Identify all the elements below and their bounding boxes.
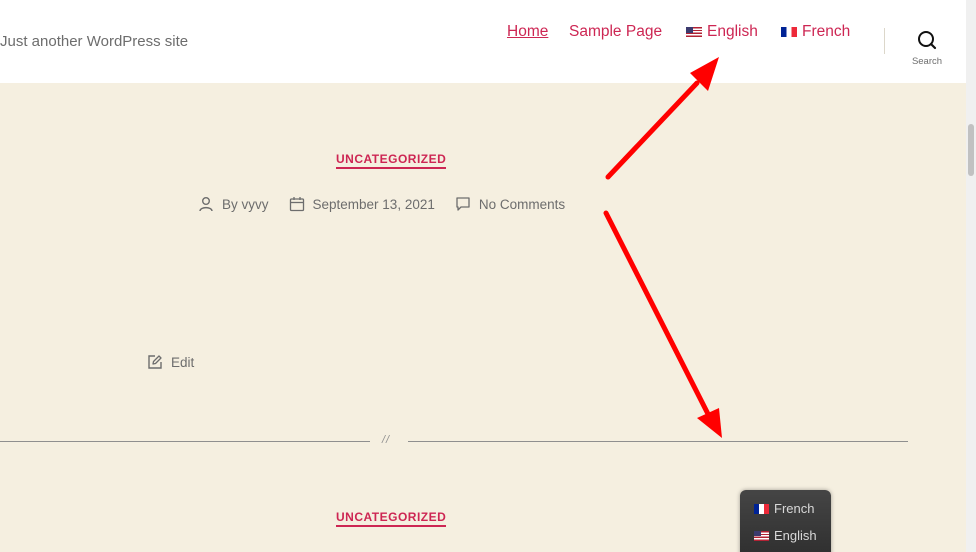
popup-lang-french[interactable]: French	[754, 501, 814, 516]
edit-icon	[148, 355, 162, 369]
post-category-link[interactable]: UNCATEGORIZED	[336, 510, 447, 527]
post-separator-left	[0, 441, 370, 442]
popup-lang-english-label: English	[774, 528, 817, 543]
search-toggle-button[interactable]: Search	[905, 30, 949, 72]
edit-label: Edit	[171, 354, 195, 370]
popup-lang-french-label: French	[774, 501, 815, 516]
nav-home[interactable]: Home	[507, 23, 548, 41]
popup-lang-english[interactable]: English	[754, 528, 817, 543]
post-comments: No Comments	[455, 196, 565, 212]
calendar-icon	[289, 197, 304, 212]
post-author-link[interactable]: By vyvy	[222, 197, 269, 212]
user-icon	[199, 197, 213, 212]
post-date: September 13, 2021	[289, 196, 435, 212]
post-meta: By vyvy September 13, 2021 No Comments	[198, 196, 585, 212]
site-header: Just another WordPress site Home Sample …	[0, 0, 966, 83]
page-scrollbar[interactable]	[966, 0, 976, 552]
us-flag-icon	[686, 27, 702, 37]
post-category-link[interactable]: UNCATEGORIZED	[336, 152, 447, 169]
search-label: Search	[911, 56, 943, 67]
nav-french[interactable]: French	[781, 23, 850, 41]
nav-sample-page[interactable]: Sample Page	[569, 23, 662, 41]
annotation-arrow-down	[603, 210, 722, 438]
search-icon	[918, 31, 937, 50]
post-comments-link[interactable]: No Comments	[479, 197, 565, 212]
us-flag-icon	[754, 530, 769, 541]
language-switcher-popup: French English	[740, 490, 831, 552]
post-author: By vyvy	[198, 196, 269, 212]
fr-flag-icon	[781, 27, 797, 37]
nav-divider	[884, 28, 885, 54]
comment-icon	[456, 197, 470, 211]
site-tagline: Just another WordPress site	[0, 33, 189, 50]
fr-flag-icon	[754, 503, 769, 514]
post-date-link[interactable]: September 13, 2021	[313, 197, 435, 212]
nav-french-label: French	[802, 23, 851, 40]
post-separator-right	[408, 441, 908, 442]
edit-post-link[interactable]: Edit	[147, 354, 194, 370]
nav-english-label: English	[707, 23, 758, 40]
post-separator-mark: //	[382, 434, 391, 446]
nav-english[interactable]: English	[686, 23, 758, 41]
scrollbar-thumb[interactable]	[968, 124, 974, 176]
